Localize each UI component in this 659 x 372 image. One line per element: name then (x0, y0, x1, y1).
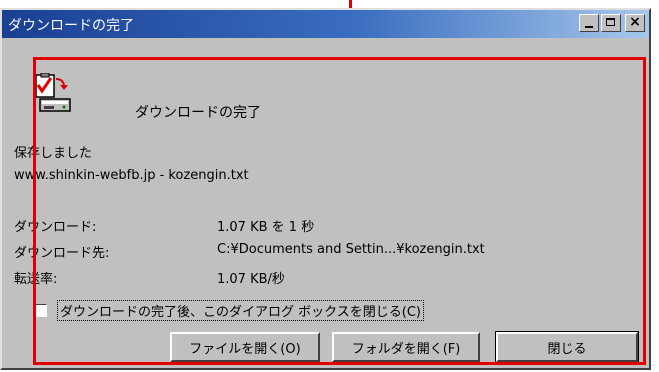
close-window-button[interactable]: × (625, 14, 645, 32)
saved-status-text: 保存しました (14, 146, 93, 161)
close-on-complete-label[interactable]: ダウンロードの完了後、このダイアログ ボックスを閉じる(C) (57, 300, 424, 321)
dialog-heading: ダウンロードの完了 (135, 105, 261, 121)
transfer-rate-label: 転送率: (14, 272, 58, 287)
window-title: ダウンロードの完了 (8, 18, 134, 34)
download-complete-dialog: ダウンロードの完了 × ダウンロードの完了 保存しました www.shinkin… (0, 8, 651, 370)
close-on-complete-checkbox[interactable] (34, 304, 47, 317)
open-folder-button[interactable]: フォルダを開く(F) (332, 332, 480, 362)
close-button[interactable]: 閉じる (495, 331, 639, 363)
download-destination-label: ダウンロード先: (14, 246, 110, 261)
maximize-icon (606, 18, 615, 26)
minimize-button[interactable] (579, 14, 599, 32)
download-complete-icon (32, 72, 74, 115)
minimize-icon (585, 26, 593, 28)
transfer-rate-value: 1.07 KB/秒 (217, 272, 285, 287)
close-on-complete-option[interactable]: ダウンロードの完了後、このダイアログ ボックスを閉じる(C) (34, 300, 424, 321)
caption-buttons: × (579, 14, 645, 32)
download-destination-value: C:¥Documents and Settin...¥kozengin.txt (217, 242, 485, 257)
maximize-button[interactable] (601, 14, 621, 32)
open-file-button[interactable]: ファイルを開く(O) (170, 332, 320, 362)
download-size-value: 1.07 KB を 1 秒 (217, 220, 315, 235)
close-icon: × (629, 14, 641, 30)
downloaded-file-name: www.shinkin-webfb.jp - kozengin.txt (14, 168, 249, 183)
title-bar[interactable]: ダウンロードの完了 × (2, 10, 649, 38)
download-size-label: ダウンロード: (14, 220, 97, 235)
